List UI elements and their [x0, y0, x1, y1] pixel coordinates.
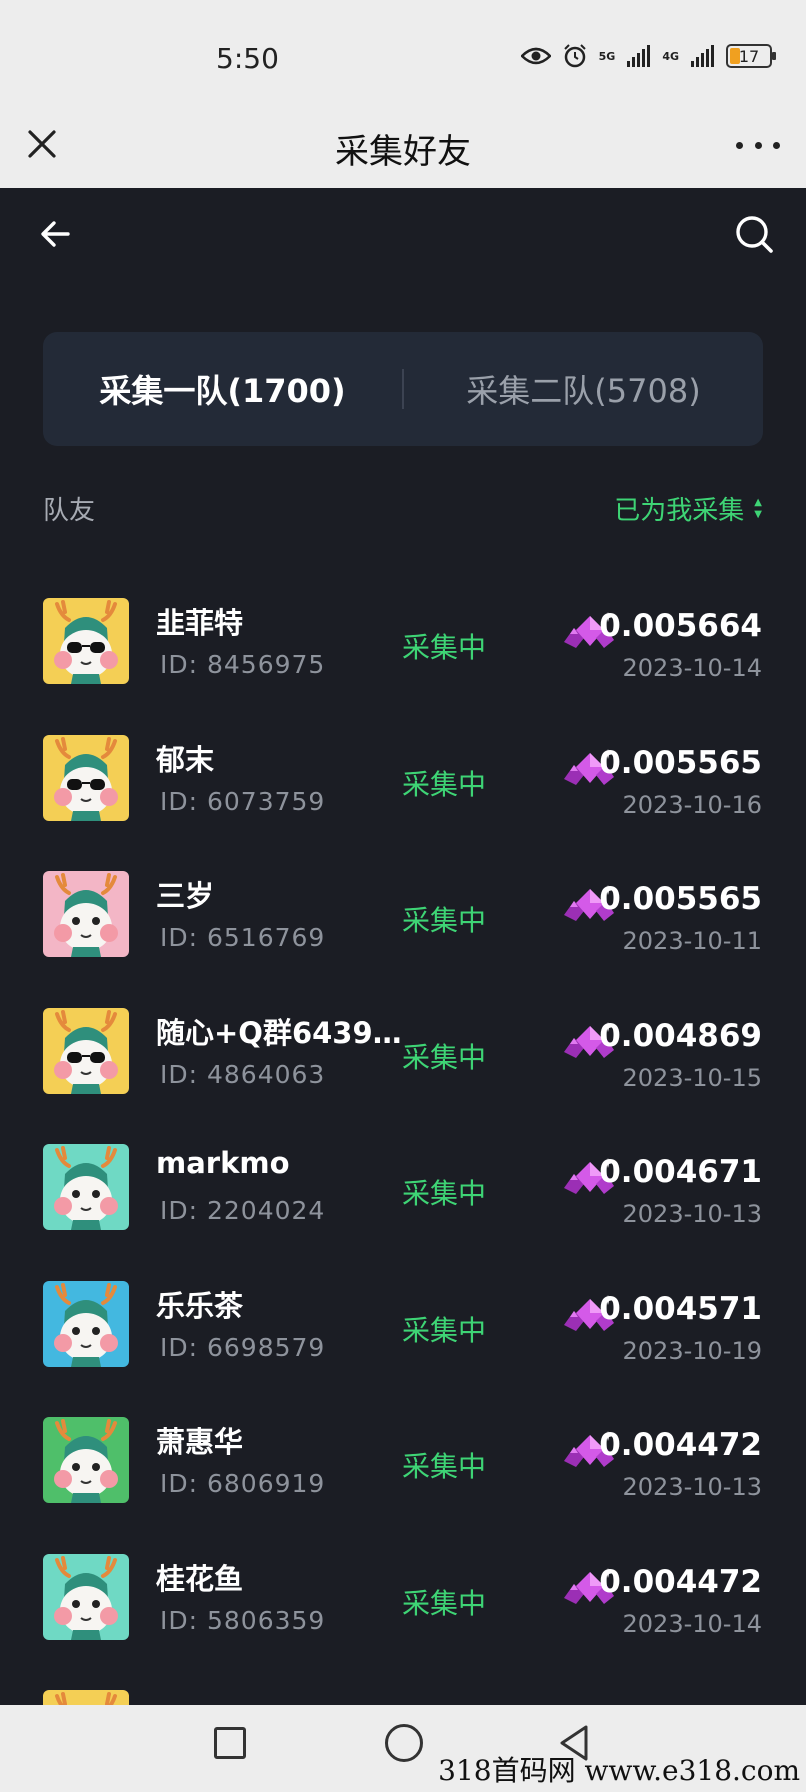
dragon-sunglasses-avatar: [43, 1007, 129, 1094]
more-options-button[interactable]: [736, 130, 780, 160]
eye-icon: [520, 47, 551, 65]
member-row[interactable]: 三岁 ID: 6516769 采集中 0.005565 2023-10-11: [0, 871, 806, 1008]
member-id: ID: 5806359: [160, 1605, 326, 1635]
collected-date: 2023-10-14: [622, 1609, 762, 1638]
status-bar: 5:50 5G 4G 17: [0, 0, 806, 110]
battery-level: 17: [738, 46, 760, 66]
dragon-sunglasses-avatar: [43, 734, 129, 821]
back-arrow-icon[interactable]: [36, 214, 76, 254]
dragon-avatar: [43, 871, 129, 957]
member-row[interactable]: markmo ID: 2204024 采集中 0.004671 2023-10-13: [0, 1144, 806, 1281]
collected-amount: 0.005664: [599, 608, 762, 644]
member-name: markmo: [156, 1146, 290, 1180]
member-row[interactable]: 韭菲特 ID: 8456975 采集中 0.005664 2023-10-14: [0, 598, 806, 735]
sort-arrows-icon: ▲ ▼: [754, 496, 762, 520]
network-4g-label: 4G: [662, 49, 679, 63]
member-name: 萧惠华: [156, 1425, 244, 1459]
collected-amount: 0.004869: [599, 1017, 762, 1054]
collecting-status: 采集中: [402, 1177, 487, 1210]
home-button[interactable]: [385, 1724, 423, 1762]
tab-team-2[interactable]: 采集二队(5708): [404, 366, 763, 412]
member-row[interactable]: 萧惠华 ID: 6806919 采集中 0.004472 2023-10-13: [0, 1417, 806, 1554]
member-list: 韭菲特 ID: 8456975 采集中 0.005664 2023-10-14 郁末 ID:…: [0, 598, 806, 1705]
member-name: 随心+Q群64392…: [156, 1015, 406, 1050]
sort-label: 已为我采集: [614, 496, 745, 526]
collected-amount: 0.005565: [599, 881, 762, 917]
member-row[interactable]: 乐乐茶 ID: 6698579 采集中 0.004571 2023-10-19: [0, 1280, 806, 1418]
collected-date: 2023-10-15: [622, 1063, 762, 1092]
collecting-status: 采集中: [402, 1450, 487, 1483]
collected-amount: 0.004671: [599, 1154, 762, 1190]
dragon-sunglasses-avatar: [43, 598, 129, 684]
member-id: ID: 2204024: [160, 1196, 326, 1225]
page-title: 采集好友: [335, 132, 471, 172]
collecting-status: 采集中: [402, 1586, 487, 1620]
member-name: 韭菲特: [156, 606, 244, 640]
member-id: ID: 6698579: [160, 1332, 326, 1362]
alarm-icon: [563, 44, 586, 68]
search-icon[interactable]: [732, 212, 776, 256]
collected-date: 2023-10-19: [622, 1336, 762, 1365]
member-id: ID: 4864063: [160, 1059, 326, 1089]
dragon-avatar: [43, 1417, 129, 1503]
status-icons: 5G 4G 17: [520, 44, 776, 68]
dragon-avatar: [43, 1144, 129, 1230]
collected-date: 2023-10-13: [622, 1200, 762, 1228]
collecting-status: 采集中: [402, 1040, 487, 1074]
collected-date: 2023-10-13: [622, 1473, 762, 1501]
status-time: 5:50: [216, 42, 279, 75]
watermark: 318首码网 www.e318.com: [438, 1754, 800, 1787]
collected-amount: 0.004472: [599, 1427, 762, 1463]
signal-icon-2: [691, 45, 714, 67]
collected-amount: 0.005565: [599, 744, 762, 781]
member-id: ID: 6806919: [160, 1469, 326, 1498]
app-content: 采集一队(1700) 采集二队(5708) 队友 已为我采集 ▲ ▼ 韭菲特 ID:…: [0, 188, 806, 1705]
section-label: 队友: [43, 496, 96, 526]
sort-button[interactable]: 已为我采集 ▲ ▼: [614, 490, 762, 527]
collecting-status: 采集中: [402, 1313, 487, 1347]
collecting-status: 采集中: [402, 631, 487, 664]
system-nav-bar: 318首码网 www.e318.com: [0, 1705, 806, 1792]
collecting-status: 采集中: [402, 767, 487, 801]
member-id: ID: 6073759: [160, 786, 326, 816]
collected-date: 2023-10-11: [622, 927, 762, 955]
collected-amount: 0.004472: [599, 1563, 762, 1600]
member-row[interactable]: 桂花鱼 ID: 5806359 采集中 0.004472 2023-10-14: [0, 1553, 806, 1691]
tab-team-1[interactable]: 采集一队(1700): [43, 366, 402, 412]
recent-apps-button[interactable]: [214, 1727, 246, 1759]
dragon-avatar: [43, 1690, 129, 1705]
member-name: 郁末: [156, 742, 215, 777]
top-bar: 采集好友: [0, 110, 806, 188]
dragon-avatar: [43, 1280, 129, 1367]
network-5g-label: 5G: [598, 49, 616, 63]
member-name: 三岁: [156, 879, 215, 913]
collected-amount: 0.004571: [599, 1290, 762, 1327]
member-name: 桂花鱼: [156, 1561, 244, 1596]
dragon-avatar: [43, 1553, 129, 1640]
collected-date: 2023-10-16: [622, 790, 762, 819]
battery-icon: 17: [726, 44, 776, 68]
member-name: 乐乐茶: [156, 1288, 244, 1323]
member-row[interactable]: 郁末 ID: 6073759 采集中 0.005565 2023-10-16: [0, 734, 806, 872]
member-id: ID: 6516769: [160, 923, 326, 952]
member-id: ID: 8456975: [160, 650, 326, 679]
collected-date: 2023-10-14: [622, 654, 762, 682]
member-row[interactable]: [0, 1690, 806, 1705]
member-row[interactable]: 随心+Q群64392… ID: 4864063 采集中 0.004869 2023-10…: [0, 1007, 806, 1145]
collecting-status: 采集中: [402, 904, 487, 937]
team-tabs: 采集一队(1700) 采集二队(5708): [43, 332, 763, 446]
signal-icon: [627, 45, 651, 67]
